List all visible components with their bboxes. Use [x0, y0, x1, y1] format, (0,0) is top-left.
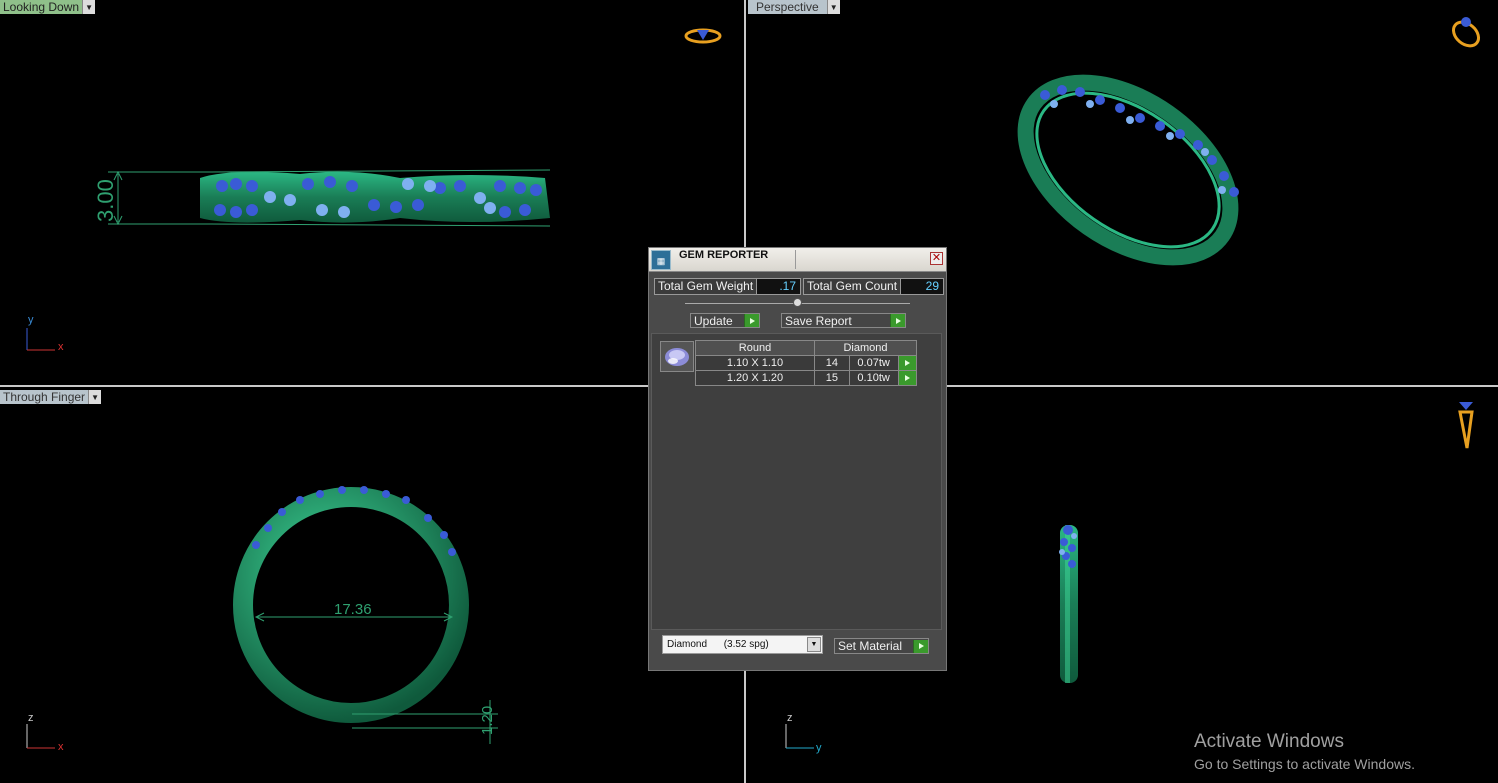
play-icon [913, 639, 928, 653]
viewport-label-text: Through Finger [0, 390, 89, 404]
set-material-button-label: Set Material [838, 639, 903, 653]
gem-reporter-titlebar[interactable]: ▦ GEM REPORTER ✕ [649, 248, 946, 272]
table-row[interactable]: 1.20 X 1.20 15 0.10tw [695, 370, 918, 386]
ring-top-view [200, 171, 550, 223]
table-row[interactable]: 1.10 X 1.10 14 0.07tw [695, 355, 918, 371]
chevron-down-icon[interactable]: ▼ [826, 0, 840, 14]
axis-y-label-2: y [816, 742, 822, 754]
viewport-label-through-finger[interactable]: Through Finger ▼ [0, 390, 102, 404]
gem-size: 1.10 X 1.10 [695, 355, 815, 371]
axis-triad-bottom-left [26, 724, 55, 749]
gem-table: Round Diamond 1.10 X 1.10 14 0.07tw 1.20… [695, 340, 918, 386]
activate-windows-watermark: Activate Windows Go to Settings to activ… [1194, 731, 1415, 772]
update-button-label: Update [694, 313, 733, 328]
total-gem-weight-label: Total Gem Weight [655, 279, 758, 294]
material-select[interactable]: Diamond (3.52 spg) ▼ [662, 635, 823, 654]
watermark-title: Activate Windows [1194, 731, 1344, 752]
axis-z-label: z [28, 712, 34, 724]
axis-triad-bottom-right [785, 724, 814, 749]
row-select-button[interactable] [897, 370, 918, 386]
gem-weight: 0.10tw [848, 370, 899, 386]
gem-reporter-title: GEM REPORTER [679, 249, 769, 261]
close-icon[interactable]: ✕ [930, 252, 943, 265]
total-gem-weight-value: .17 [757, 279, 800, 294]
panel-slider-knob[interactable] [793, 298, 802, 307]
gem-reporter-panel: ▦ GEM REPORTER ✕ Total Gem Weight .17 To… [648, 247, 947, 671]
chevron-down-icon[interactable]: ▼ [807, 637, 821, 652]
update-button[interactable]: Update [690, 313, 760, 328]
total-gem-count-label: Total Gem Count [804, 279, 902, 294]
viewport-label-text: Perspective [748, 0, 827, 14]
viewport-label-looking-down[interactable]: Looking Down ▼ [0, 0, 96, 14]
axis-x-label: x [58, 341, 64, 353]
gem-material-header: Diamond [814, 340, 917, 356]
thickness-value: 1.20 [479, 706, 496, 735]
watermark-subtitle: Go to Settings to activate Windows. [1194, 756, 1415, 772]
viewport-label-text: Looking Down [0, 0, 83, 14]
gem-reporter-logo-icon: ▦ [651, 250, 671, 270]
axis-x-label-2: x [58, 741, 64, 753]
save-report-button[interactable]: Save Report [781, 313, 906, 328]
gem-list: Round Diamond 1.10 X 1.10 14 0.07tw 1.20… [651, 333, 942, 630]
total-gem-count: Total Gem Count 29 [803, 278, 944, 295]
round-gem-icon [660, 341, 694, 372]
total-gem-weight: Total Gem Weight .17 [654, 278, 801, 295]
play-icon [890, 314, 905, 327]
perspective-orientation-icon [1451, 17, 1481, 48]
ring-perspective-view [1017, 74, 1239, 266]
axis-z-label-2: z [787, 712, 793, 724]
save-report-button-label: Save Report [785, 313, 852, 328]
material-select-value: Diamond (3.52 spg) [667, 639, 769, 650]
play-icon [900, 371, 915, 385]
diameter-value: 17.36 [334, 601, 372, 618]
chevron-down-icon[interactable]: ▼ [88, 390, 102, 404]
side-orientation-icon [1458, 402, 1474, 449]
chevron-down-icon[interactable]: ▼ [82, 0, 96, 14]
top-view-orientation-icon [684, 28, 722, 44]
viewport-label-perspective[interactable]: Perspective ▼ [748, 0, 840, 14]
title-separator [795, 250, 796, 269]
axis-triad-top-left [26, 328, 55, 351]
play-icon [744, 314, 759, 327]
height-value: 3.00 [93, 179, 118, 222]
row-select-button[interactable] [897, 355, 918, 371]
gem-count: 15 [814, 370, 850, 386]
axis-y-label: y [28, 314, 34, 326]
play-icon [900, 356, 915, 370]
ring-side-view [1059, 525, 1078, 683]
gem-size: 1.20 X 1.20 [695, 370, 815, 386]
gem-count: 14 [814, 355, 850, 371]
gem-weight: 0.07tw [848, 355, 899, 371]
gem-table-header: Round Diamond [695, 340, 917, 356]
ring-front-view [233, 486, 469, 723]
gem-shape-header: Round [695, 340, 815, 356]
set-material-button[interactable]: Set Material [834, 638, 929, 654]
total-gem-count-value: 29 [901, 279, 943, 294]
